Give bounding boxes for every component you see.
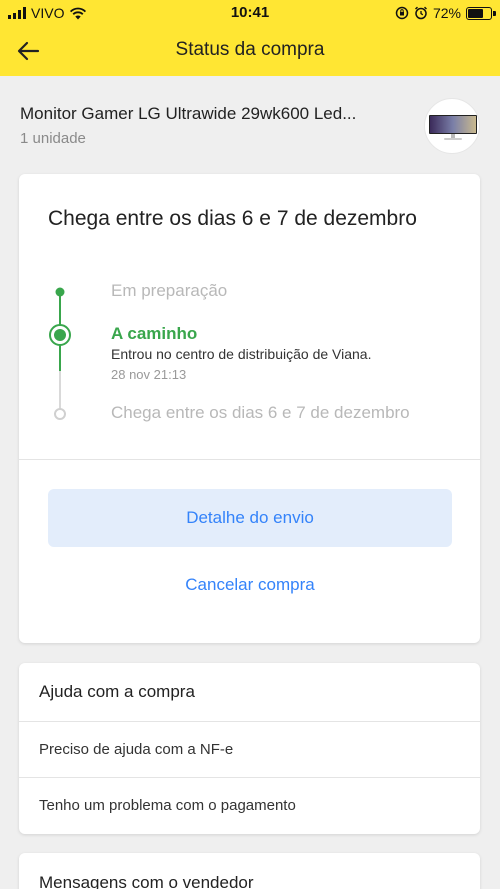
step-in-transit: A caminho xyxy=(111,324,198,343)
messages-card[interactable]: Mensagens com o vendedor xyxy=(19,853,480,889)
step-preparation: Em preparação xyxy=(111,281,228,300)
step-delivery: Chega entre os dias 6 e 7 de dezembro xyxy=(111,403,410,422)
monitor-image xyxy=(429,115,477,140)
alarm-icon xyxy=(414,6,427,20)
battery-icon xyxy=(466,6,496,20)
step-done-dot xyxy=(55,287,65,297)
page-title: Status da compra xyxy=(175,39,325,60)
rotation-lock-icon xyxy=(395,6,409,20)
status-right: 72% xyxy=(395,5,496,21)
product-name: Monitor Gamer LG Ultrawide 29wk600 Led..… xyxy=(20,104,357,123)
shipment-detail-button[interactable]: Detalhe do envio xyxy=(48,489,452,547)
nav-bar: Status da compra xyxy=(0,26,500,76)
step-in-transit-date: 28 nov 21:13 xyxy=(111,367,187,382)
step-in-transit-description: Entrou no centro de distribuição de Vian… xyxy=(111,346,372,362)
help-item-payment[interactable]: Tenho um problema com o pagamento xyxy=(19,777,480,833)
product-thumbnail xyxy=(424,98,480,154)
cancel-purchase-link[interactable]: Cancelar compra xyxy=(48,570,452,600)
messages-title: Mensagens com o vendedor xyxy=(39,873,254,889)
help-item-label: Tenho um problema com o pagamento xyxy=(39,797,296,814)
help-item-label: Preciso de ajuda com a NF-e xyxy=(39,741,234,758)
shipment-timeline xyxy=(49,287,71,420)
step-pending-dot xyxy=(54,408,66,420)
delivery-estimate-title: Chega entre os dias 6 e 7 de dezembro xyxy=(48,207,417,230)
help-title: Ajuda com a compra xyxy=(39,682,195,701)
step-current-dot xyxy=(54,329,66,341)
help-card: Ajuda com a compra Preciso de ajuda com … xyxy=(19,663,480,834)
product-quantity: 1 unidade xyxy=(20,130,86,147)
divider xyxy=(19,459,480,460)
status-bar: VIVO 10:41 72% xyxy=(0,0,500,26)
battery-percent: 72% xyxy=(432,5,461,21)
shipment-card: Chega entre os dias 6 e 7 de dezembro Em… xyxy=(19,174,480,643)
product-summary[interactable]: Monitor Gamer LG Ultrawide 29wk600 Led..… xyxy=(0,76,500,172)
help-item-nfe[interactable]: Preciso de ajuda com a NF-e xyxy=(19,721,480,777)
